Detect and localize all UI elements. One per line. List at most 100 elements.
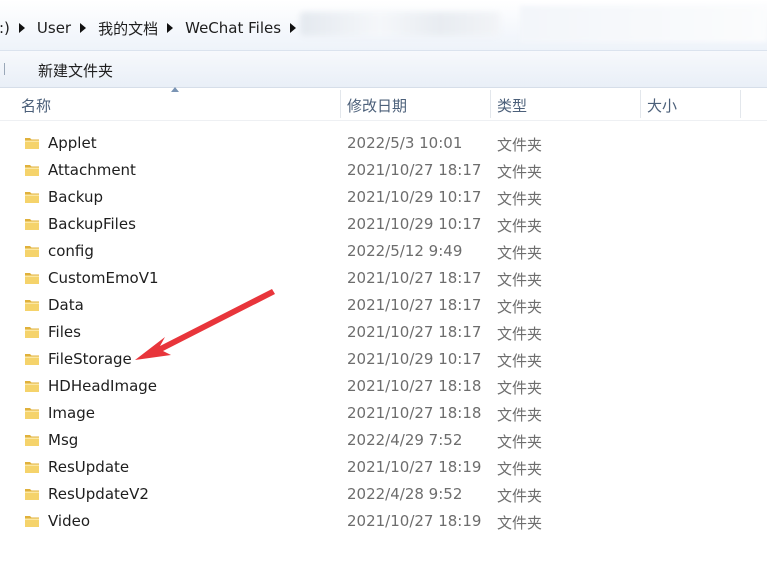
sort-ascending-icon [171,87,179,92]
blurred-user-folder [300,12,500,36]
file-row[interactable]: config 2022/5/12 9:49 文件夹 [0,238,767,265]
file-row[interactable]: BackupFiles 2021/10/29 10:17 文件夹 [0,211,767,238]
file-modified-date: 2021/10/27 18:19 [347,458,482,476]
file-modified-date: 2022/4/28 9:52 [347,485,463,503]
breadcrumb: :) User 我的文档 WeChat Files [0,17,308,39]
file-row[interactable]: Data 2021/10/27 18:17 文件夹 [0,292,767,319]
breadcrumb-chevron-icon[interactable] [80,23,87,33]
file-name[interactable]: Video [48,512,90,530]
file-name[interactable]: config [48,242,94,260]
file-modified-date: 2021/10/29 10:17 [347,188,482,206]
folder-icon [25,516,39,527]
file-row[interactable]: Msg 2022/4/29 7:52 文件夹 [0,427,767,454]
column-divider[interactable] [490,90,491,118]
folder-icon [25,435,39,446]
file-type: 文件夹 [497,406,543,424]
file-modified-date: 2022/5/3 10:01 [347,134,463,152]
file-row[interactable]: ResUpdate 2021/10/27 18:19 文件夹 [0,454,767,481]
file-type: 文件夹 [497,379,543,397]
folder-icon [25,273,39,284]
file-type: 文件夹 [497,433,543,451]
address-bar[interactable]: :) User 我的文档 WeChat Files [0,0,767,51]
new-folder-button[interactable]: 新建文件夹 [38,60,113,81]
breadcrumb-chevron-icon[interactable] [18,23,25,33]
column-header-size[interactable]: 大小 [647,95,677,116]
file-name[interactable]: ResUpdateV2 [48,485,149,503]
file-modified-date: 2021/10/27 18:17 [347,296,482,314]
file-modified-date: 2021/10/27 18:19 [347,512,482,530]
file-type: 文件夹 [497,514,543,532]
breadcrumb-user[interactable]: User [37,19,71,37]
file-modified-date: 2021/10/27 18:18 [347,377,482,395]
file-row[interactable]: Attachment 2021/10/27 18:17 文件夹 [0,157,767,184]
file-name[interactable]: Image [48,404,95,422]
file-row[interactable]: Applet 2022/5/3 10:01 文件夹 [0,130,767,157]
toolbar-separator [4,63,5,75]
file-name[interactable]: Data [48,296,84,314]
file-type: 文件夹 [497,136,543,154]
folder-icon [25,462,39,473]
file-modified-date: 2022/4/29 7:52 [347,431,463,449]
column-header-name[interactable]: 名称 [21,95,51,116]
file-list: Applet 2022/5/3 10:01 文件夹 Attachment 2021/10… [0,130,767,535]
file-modified-date: 2022/5/12 9:49 [347,242,463,260]
file-name[interactable]: BackupFiles [48,215,136,233]
column-header-type[interactable]: 类型 [497,95,527,116]
breadcrumb-chevron-icon[interactable] [290,23,297,33]
breadcrumb-my-documents[interactable]: 我的文档 [98,18,158,39]
file-modified-date: 2021/10/27 18:17 [347,269,482,287]
breadcrumb-drive[interactable]: :) [0,19,10,37]
file-name[interactable]: Backup [48,188,103,206]
file-name[interactable]: HDHeadImage [48,377,157,395]
file-row[interactable]: Video 2021/10/27 18:19 文件夹 [0,508,767,535]
file-row[interactable]: HDHeadImage 2021/10/27 18:18 文件夹 [0,373,767,400]
file-row[interactable]: CustomEmoV1 2021/10/27 18:17 文件夹 [0,265,767,292]
file-modified-date: 2021/10/29 10:17 [347,215,482,233]
toolbar: 新建文件夹 [0,51,767,88]
file-name[interactable]: Msg [48,431,78,449]
blurred-search-area [520,6,767,42]
file-type: 文件夹 [497,217,543,235]
folder-icon [25,354,39,365]
file-type: 文件夹 [497,460,543,478]
folder-icon [25,300,39,311]
column-divider[interactable] [340,90,341,118]
folder-icon [25,246,39,257]
file-name[interactable]: CustomEmoV1 [48,269,159,287]
file-row[interactable]: Image 2021/10/27 18:18 文件夹 [0,400,767,427]
file-name[interactable]: ResUpdate [48,458,129,476]
folder-icon [25,327,39,338]
file-type: 文件夹 [497,298,543,316]
folder-icon [25,192,39,203]
breadcrumb-wechat-files[interactable]: WeChat Files [185,19,281,37]
folder-icon [25,381,39,392]
column-divider[interactable] [640,90,641,118]
folder-icon [25,489,39,500]
file-row[interactable]: FileStorage 2021/10/29 10:17 文件夹 [0,346,767,373]
file-row[interactable]: Files 2021/10/27 18:17 文件夹 [0,319,767,346]
file-name[interactable]: Applet [48,134,97,152]
column-header-bar: 名称 修改日期 类型 大小 [0,87,767,121]
file-type: 文件夹 [497,271,543,289]
column-divider[interactable] [740,90,741,118]
file-type: 文件夹 [497,487,543,505]
folder-icon [25,165,39,176]
file-row[interactable]: Backup 2021/10/29 10:17 文件夹 [0,184,767,211]
column-header-date[interactable]: 修改日期 [347,95,407,116]
folder-icon [25,408,39,419]
file-type: 文件夹 [497,190,543,208]
file-type: 文件夹 [497,352,543,370]
file-name[interactable]: FileStorage [48,350,132,368]
file-modified-date: 2021/10/27 18:18 [347,404,482,422]
file-name[interactable]: Files [48,323,81,341]
file-modified-date: 2021/10/27 18:17 [347,323,482,341]
folder-icon [25,138,39,149]
file-type: 文件夹 [497,325,543,343]
file-modified-date: 2021/10/27 18:17 [347,161,482,179]
folder-icon [25,219,39,230]
file-row[interactable]: ResUpdateV2 2022/4/28 9:52 文件夹 [0,481,767,508]
breadcrumb-chevron-icon[interactable] [167,23,174,33]
file-type: 文件夹 [497,244,543,262]
file-type: 文件夹 [497,163,543,181]
file-name[interactable]: Attachment [48,161,136,179]
